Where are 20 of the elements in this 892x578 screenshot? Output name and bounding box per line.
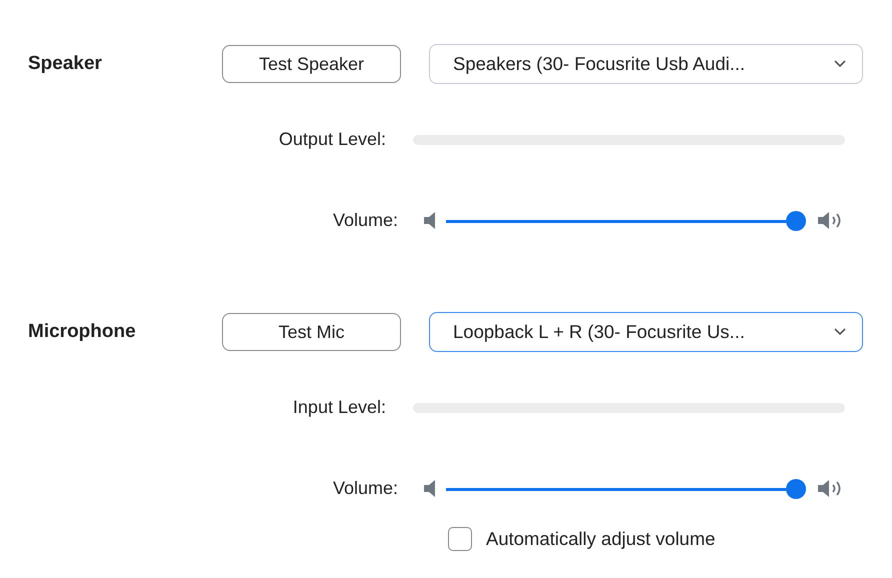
level-label: Input Level: bbox=[292, 397, 386, 418]
volume-label: Volume: bbox=[332, 478, 398, 499]
chevron-down-icon bbox=[834, 60, 846, 68]
slider-thumb[interactable] bbox=[786, 478, 806, 498]
section-title: Speaker bbox=[28, 53, 103, 75]
speaker-icon bbox=[424, 480, 437, 497]
volume-slider[interactable] bbox=[446, 210, 806, 230]
test-button[interactable]: Test Speaker bbox=[222, 45, 401, 83]
volume-label: Volume: bbox=[332, 210, 398, 231]
speaker-icon bbox=[424, 212, 437, 229]
device-dropdown[interactable]: Speakers (30- Focusrite Usb Audi... bbox=[429, 44, 863, 84]
device-dropdown[interactable]: Loopback L + R (30- Focusrite Us... bbox=[429, 312, 863, 352]
slider-thumb[interactable] bbox=[786, 210, 806, 230]
chevron-down-icon bbox=[834, 328, 846, 336]
section-title: Microphone bbox=[28, 321, 137, 343]
checkbox-label: Automatically adjust volume bbox=[486, 528, 716, 550]
volume-slider[interactable] bbox=[446, 478, 806, 498]
test-button[interactable]: Test Mic bbox=[222, 313, 401, 351]
level-label: Output Level: bbox=[278, 129, 386, 150]
checkbox[interactable] bbox=[448, 527, 472, 551]
